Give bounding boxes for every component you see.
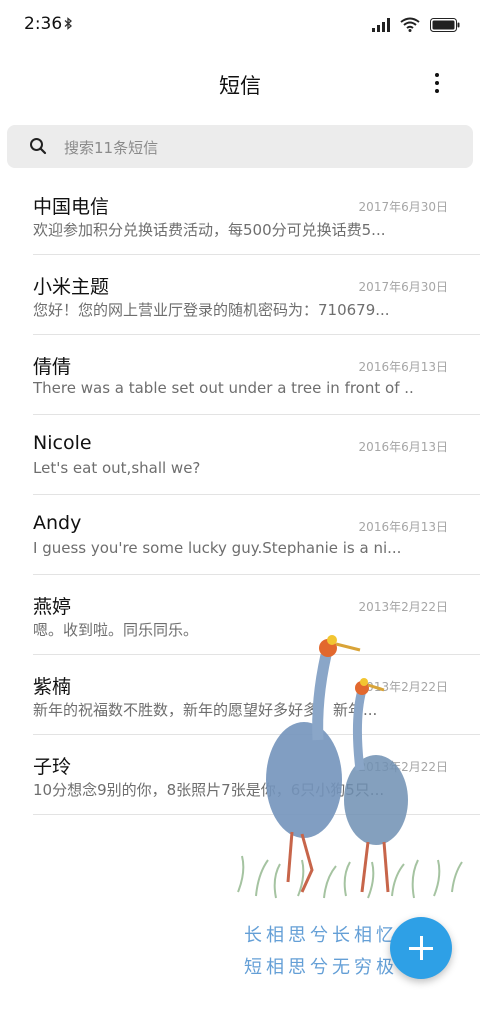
contact-name: Andy bbox=[33, 512, 82, 534]
message-preview: 您好！您的网上营业厅登录的随机密码为：710679... bbox=[33, 301, 390, 319]
search-placeholder: 搜索11条短信 bbox=[64, 139, 159, 157]
message-preview: I guess you're some lucky guy.Stephanie … bbox=[33, 539, 402, 557]
page-title: 短信 bbox=[219, 74, 261, 98]
poem-line: 长相思兮长相忆 bbox=[244, 925, 398, 946]
contact-name: Nicole bbox=[33, 432, 92, 454]
message-date: 2016年6月13日 bbox=[358, 360, 448, 374]
contact-name: 倩倩 bbox=[33, 356, 72, 378]
signal-icon bbox=[372, 17, 390, 36]
conversation-item[interactable]: 中国电信 2017年6月30日 欢迎参加积分兑换话费活动，每500分可兑换话费5… bbox=[0, 175, 480, 255]
poem-line: 短相思兮无穷极 bbox=[244, 957, 398, 978]
contact-name: 燕婷 bbox=[33, 596, 72, 618]
status-bar: 2:36 bbox=[0, 0, 480, 52]
conversation-item[interactable]: 倩倩 2016年6月13日 There was a table set out … bbox=[0, 335, 480, 415]
contact-name: 小米主题 bbox=[33, 276, 110, 298]
battery-icon bbox=[430, 17, 460, 36]
message-date: 2017年6月30日 bbox=[358, 280, 448, 294]
message-date: 2017年6月30日 bbox=[358, 200, 448, 214]
wallpaper-poem: 长相思兮长相忆 短相思兮无穷极 bbox=[244, 920, 398, 984]
message-date: 2016年6月13日 bbox=[358, 520, 448, 534]
message-preview: 欢迎参加积分兑换话费活动，每500分可兑换话费5... bbox=[33, 221, 386, 239]
bluetooth-icon bbox=[64, 17, 73, 33]
conversation-item[interactable]: Nicole 2016年6月13日 Let's eat out,shall we… bbox=[0, 415, 480, 495]
conversation-item[interactable]: 小米主题 2017年6月30日 您好！您的网上营业厅登录的随机密码为：71067… bbox=[0, 255, 480, 335]
wifi-icon bbox=[400, 17, 420, 36]
search-input[interactable]: 搜索11条短信 bbox=[7, 125, 473, 168]
message-preview: There was a table set out under a tree i… bbox=[33, 379, 413, 397]
message-date: 2013年2月22日 bbox=[358, 600, 448, 614]
more-options-icon[interactable] bbox=[424, 70, 450, 96]
contact-name: 中国电信 bbox=[33, 196, 110, 218]
conversation-item[interactable]: Andy 2016年6月13日 I guess you're some luck… bbox=[0, 495, 480, 575]
new-message-button[interactable] bbox=[390, 917, 452, 979]
message-date: 2016年6月13日 bbox=[358, 440, 448, 454]
search-icon bbox=[30, 138, 47, 155]
status-time: 2:36 bbox=[24, 14, 63, 34]
message-preview: Let's eat out,shall we? bbox=[33, 459, 201, 477]
app-bar: 短信 bbox=[0, 52, 480, 116]
contact-name: 子玲 bbox=[33, 756, 72, 778]
contact-name: 紫楠 bbox=[33, 676, 72, 698]
